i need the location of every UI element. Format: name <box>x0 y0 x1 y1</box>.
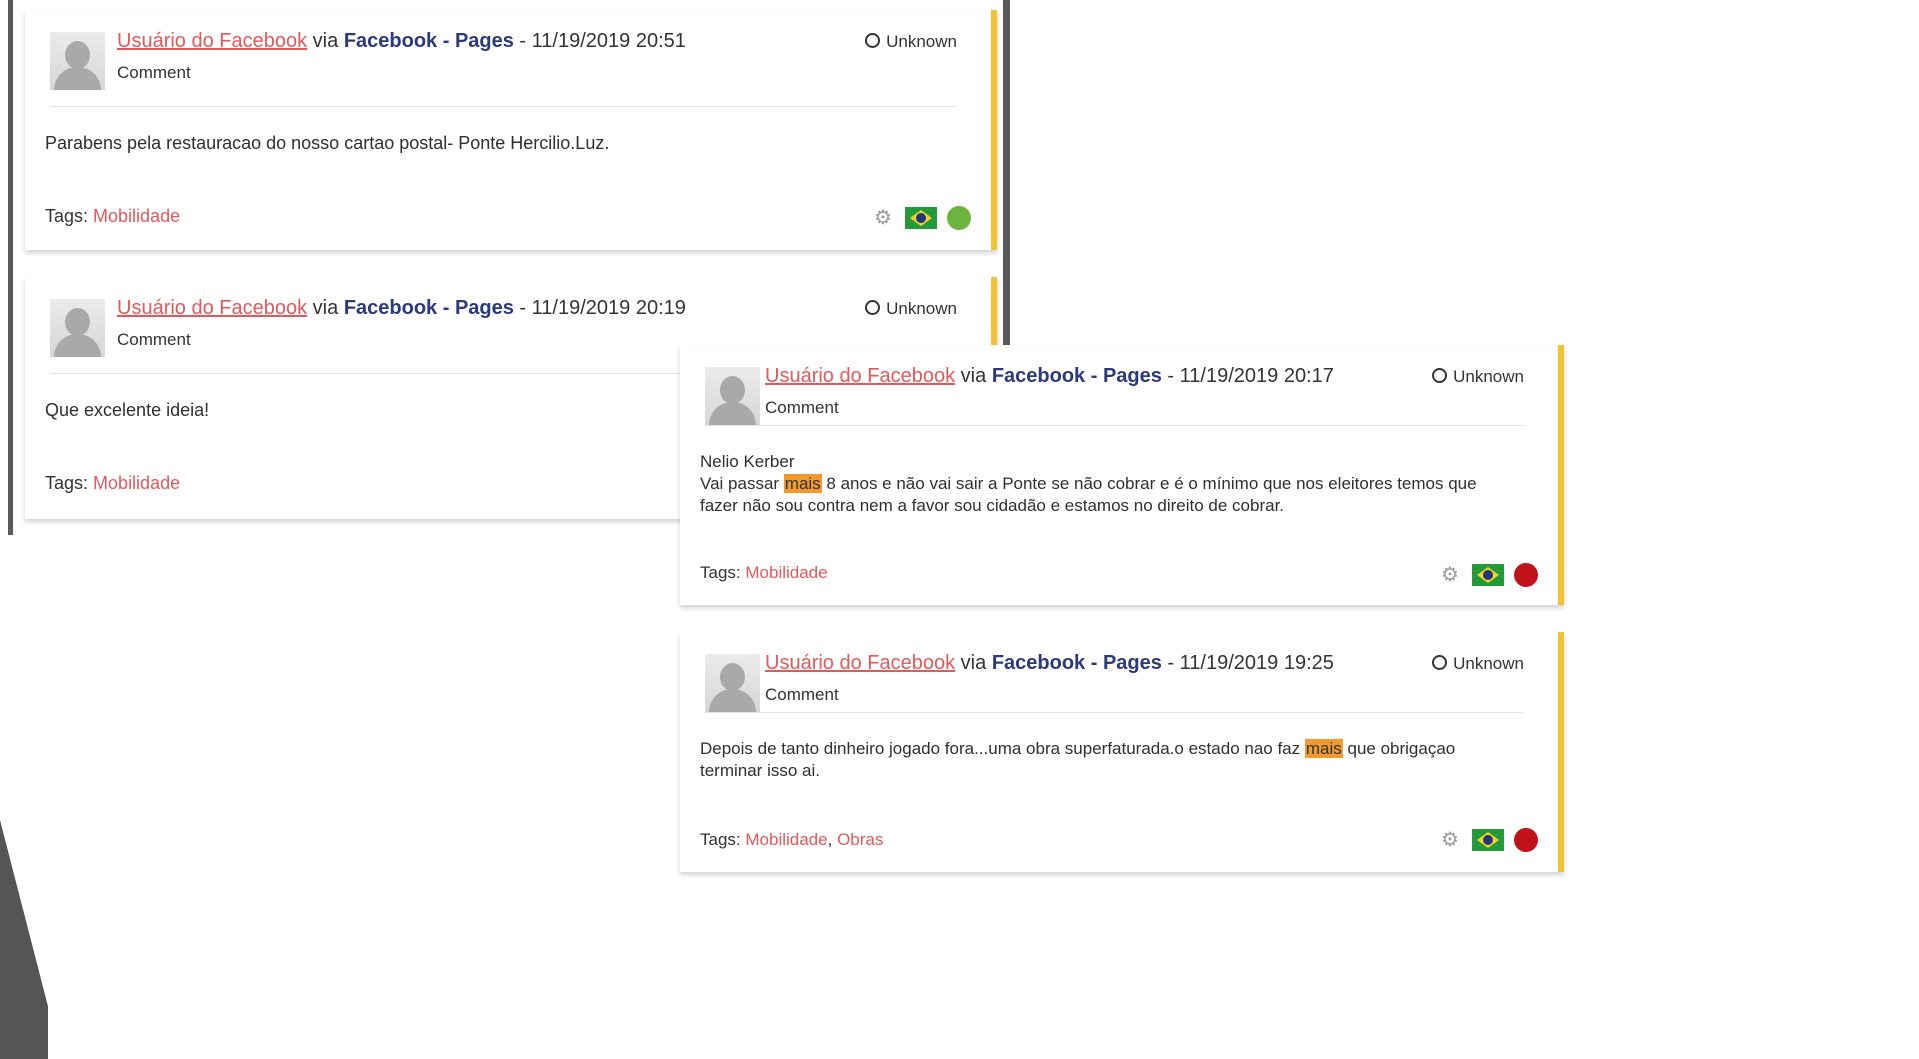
keyword-highlight: mais <box>1304 739 1343 758</box>
comment-card: Usuário do Facebook via Facebook - Pages… <box>680 345 1564 605</box>
sentiment-dot[interactable] <box>1514 828 1538 852</box>
keyword-highlight: mais <box>783 474 822 493</box>
tag-link[interactable]: Mobilidade <box>93 473 180 493</box>
tag-link[interactable]: Mobilidade <box>745 563 827 582</box>
status-label: Unknown <box>1453 654 1524 673</box>
author-link[interactable]: Usuário do Facebook <box>765 365 955 387</box>
screen-edge-left <box>8 0 13 535</box>
status-indicator[interactable]: Unknown <box>1432 367 1524 387</box>
avatar <box>50 299 105 357</box>
avatar <box>705 654 760 712</box>
comment-header: Usuário do Facebook via Facebook - Pages… <box>765 652 1334 675</box>
comment-card: Usuário do Facebook via Facebook - Pages… <box>680 632 1564 872</box>
comment-type: Comment <box>765 685 839 704</box>
status-label: Unknown <box>886 32 957 51</box>
tags-row: Tags: Mobilidade <box>45 206 180 227</box>
screen-edge-mid <box>1003 0 1010 345</box>
sentiment-dot[interactable] <box>947 206 971 230</box>
source-name: Facebook - Pages <box>991 652 1162 674</box>
tags-row: Tags: Mobilidade, Obras <box>700 830 883 850</box>
avatar <box>705 367 760 425</box>
author-link[interactable]: Usuário do Facebook <box>117 30 307 52</box>
via-label: via <box>312 30 339 52</box>
status-ring-icon <box>865 33 881 48</box>
brazil-flag-icon <box>905 207 937 229</box>
brazil-flag-icon <box>1472 564 1504 586</box>
author-link[interactable]: Usuário do Facebook <box>117 297 307 319</box>
divider <box>705 712 1524 713</box>
comment-body-text: Vai passar mais 8 anos e não vai sair a … <box>700 473 1518 517</box>
via-label: via <box>312 297 339 319</box>
brazil-flag-icon <box>1472 829 1504 851</box>
body-text: Depois de tanto dinheiro jogado fora...u… <box>700 739 1305 758</box>
actions-row: ⚙ <box>871 206 971 230</box>
actions-row: ⚙ <box>1438 828 1538 852</box>
comment-datetime: - 11/19/2019 20:17 <box>1161 365 1334 387</box>
comment-datetime: - 11/19/2019 20:19 <box>513 297 686 319</box>
tag-separator: , <box>827 830 838 849</box>
gear-icon[interactable]: ⚙ <box>871 206 895 230</box>
comment-header: Usuário do Facebook via Facebook - Pages… <box>765 365 1334 388</box>
tags-label: Tags: <box>45 473 89 493</box>
body-text: Vai passar <box>700 474 784 493</box>
comment-card: Usuário do Facebook via Facebook - Pages… <box>25 10 997 250</box>
comment-body: Nelio Kerber Vai passar mais 8 anos e nã… <box>700 451 1518 517</box>
comment-header: Usuário do Facebook via Facebook - Pages… <box>117 297 686 320</box>
tag-link[interactable]: Obras <box>837 830 883 849</box>
comment-body: Parabens pela restauracao do nosso carta… <box>45 133 610 153</box>
tags-label: Tags: <box>700 830 741 849</box>
status-indicator[interactable]: Unknown <box>1432 654 1524 674</box>
divider <box>50 106 957 107</box>
comment-type: Comment <box>117 330 191 349</box>
tags-row: Tags: Mobilidade <box>45 473 180 494</box>
status-ring-icon <box>865 300 881 315</box>
status-label: Unknown <box>1453 367 1524 386</box>
avatar <box>50 32 105 90</box>
comment-type: Comment <box>117 63 191 82</box>
gear-icon[interactable]: ⚙ <box>1438 563 1462 587</box>
comment-body: Depois de tanto dinheiro jogado fora...u… <box>700 738 1518 782</box>
tag-link[interactable]: Mobilidade <box>93 206 180 226</box>
status-indicator[interactable]: Unknown <box>865 299 957 319</box>
tags-label: Tags: <box>45 206 89 226</box>
status-ring-icon <box>1432 655 1448 670</box>
sentiment-dot[interactable] <box>1514 563 1538 587</box>
gear-icon[interactable]: ⚙ <box>1438 828 1462 852</box>
status-indicator[interactable]: Unknown <box>865 32 957 52</box>
actions-row: ⚙ <box>1438 563 1538 587</box>
status-ring-icon <box>1432 368 1448 383</box>
tags-row: Tags: Mobilidade <box>700 563 828 583</box>
divider <box>705 425 1524 426</box>
tags-label: Tags: <box>700 563 741 582</box>
source-name: Facebook - Pages <box>343 30 514 52</box>
comment-body-name: Nelio Kerber <box>700 452 795 471</box>
via-label: via <box>960 652 987 674</box>
status-label: Unknown <box>886 299 957 318</box>
screen-edge-wedge <box>0 820 48 1059</box>
source-name: Facebook - Pages <box>991 365 1162 387</box>
comment-datetime: - 11/19/2019 19:25 <box>1161 652 1334 674</box>
comment-type: Comment <box>765 398 839 417</box>
tag-link[interactable]: Mobilidade <box>745 830 827 849</box>
comment-datetime: - 11/19/2019 20:51 <box>513 30 686 52</box>
source-name: Facebook - Pages <box>343 297 514 319</box>
via-label: via <box>960 365 987 387</box>
author-link[interactable]: Usuário do Facebook <box>765 652 955 674</box>
comment-header: Usuário do Facebook via Facebook - Pages… <box>117 30 686 53</box>
